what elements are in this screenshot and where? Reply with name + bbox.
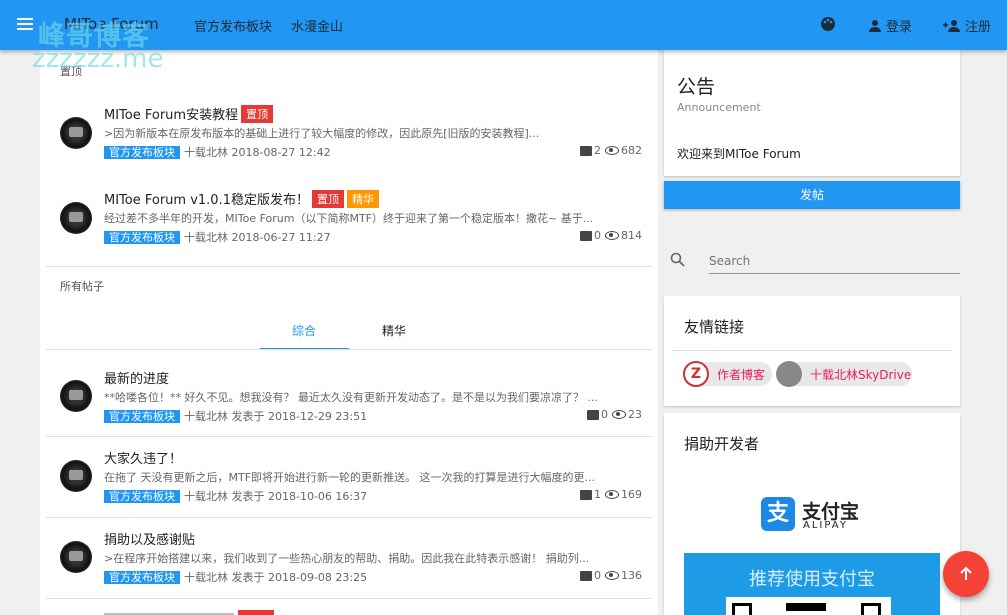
- comment-icon: [580, 570, 592, 581]
- link-label: 作者博客: [717, 367, 766, 382]
- new-post-button[interactable]: 发帖: [664, 181, 960, 209]
- nav-official[interactable]: 官方发布板块: [194, 16, 272, 35]
- alipay-banner: 推荐使用支付宝: [684, 553, 940, 615]
- comment-icon: [580, 489, 592, 500]
- tab-featured[interactable]: 精华: [382, 322, 406, 339]
- avatar[interactable]: [60, 460, 92, 492]
- divider: [46, 598, 652, 599]
- post-title[interactable]: 大家久违了！: [104, 448, 182, 467]
- post-excerpt: 在拖了 天没有更新之后，MTF即将开始进行新一轮的更新推送。 这一次我的打算是进…: [104, 471, 596, 484]
- eye-icon: [605, 231, 619, 240]
- post-stats: 0 814: [580, 229, 642, 242]
- alipay-banner-text: 推荐使用支付宝: [749, 569, 875, 590]
- divider: [672, 350, 952, 351]
- eye-icon: [605, 146, 619, 155]
- palette-icon[interactable]: [820, 16, 836, 32]
- qr-code: [726, 597, 891, 615]
- comment-icon: [580, 230, 592, 241]
- board-badge[interactable]: 官方发布板块: [104, 571, 180, 584]
- menu-icon[interactable]: [17, 18, 33, 31]
- register-button[interactable]: 注册: [943, 16, 991, 35]
- arrow-up-icon: [960, 566, 972, 580]
- search-icon: [670, 252, 685, 267]
- board-badge[interactable]: 官方发布板块: [104, 490, 180, 503]
- section-all: 所有帖子: [60, 280, 104, 293]
- board-badge[interactable]: 官方发布板块: [104, 410, 180, 423]
- pinned-post[interactable]: MIToe Forum v1.0.1稳定版发布！ 置顶 精华 经过差不多半年的开发，…: [60, 189, 650, 244]
- divider: [46, 517, 652, 518]
- list-item[interactable]: 大家久违了！ 在拖了 天没有更新之后，MTF即将开始进行新一轮的更新推送。 这一…: [60, 448, 650, 503]
- post-title[interactable]: 捐助以及感谢贴: [104, 529, 195, 548]
- watermark-url: zzzzzz.me: [32, 44, 164, 74]
- alipay-logo-icon: 支: [761, 497, 795, 531]
- post-meta: 官方发布板块 十载北林 发表于 2018-12-29 23:51: [104, 408, 367, 424]
- donate-title: 捐助开发者: [684, 435, 760, 453]
- person-icon: [869, 19, 881, 32]
- divider: [46, 436, 652, 437]
- board-badge[interactable]: 官方发布板块: [104, 231, 180, 244]
- post-stats: 0 136: [580, 569, 642, 582]
- tag-pinned: 置顶: [312, 190, 344, 208]
- next-post-peek: [104, 610, 304, 615]
- avatar[interactable]: [60, 202, 92, 234]
- person-add-icon: [943, 19, 960, 32]
- avatar[interactable]: [60, 117, 92, 149]
- app-bar: MIToe Forum 官方发布板块 水漫金山 登录 注册: [0, 0, 1007, 50]
- post-excerpt: **哈喽各位！** 好久不见。想我没有？ 最近太久没有更新开发动态了。是不是以为…: [104, 391, 598, 404]
- nav-water[interactable]: 水漫金山: [291, 16, 343, 35]
- divider: [46, 266, 652, 267]
- avatar[interactable]: [60, 380, 92, 412]
- list-item[interactable]: 最新的进度 **哈喽各位！** 好久不见。想我没有？ 最近太久没有更新开发动态了…: [60, 368, 650, 423]
- post-meta: 官方发布板块 十载北林 发表于 2018-09-08 23:25: [104, 569, 367, 585]
- post-excerpt: >因为新版本在原发布版本的基础上进行了较大幅度的修改，因此原先[旧版的安装教程]…: [104, 127, 540, 140]
- post-stats: 0 23: [587, 408, 642, 421]
- post-title[interactable]: MIToe Forum v1.0.1稳定版发布！ 置顶 精华: [104, 189, 379, 208]
- post-title[interactable]: 最新的进度: [104, 368, 169, 387]
- comment-icon: [587, 409, 599, 420]
- blog-logo-icon: Z: [683, 361, 709, 387]
- announcement-text: 欢迎来到MIToe Forum: [677, 147, 801, 161]
- links-card: 友情链接: [664, 296, 960, 406]
- link-label: 十载北林SkyDrive: [810, 367, 912, 382]
- announcement-card: 公告 Announcement 欢迎来到MIToe Forum: [664, 50, 960, 176]
- pinned-post[interactable]: MIToe Forum安装教程 置顶 >因为新版本在原发布版本的基础上进行了较大幅…: [60, 104, 650, 159]
- post-stats: 2 682: [580, 144, 642, 157]
- board-badge[interactable]: 官方发布板块: [104, 146, 180, 159]
- donate-card: 捐助开发者 支 支付宝 ALIPAY 推荐使用支付宝: [664, 413, 960, 615]
- link-chip-skydrive[interactable]: 十载北林SkyDrive: [776, 361, 912, 387]
- post-stats: 1 169: [580, 488, 642, 501]
- post-meta: 官方发布板块 十载北林 发表于 2018-10-06 16:37: [104, 488, 367, 504]
- post-meta: 官方发布板块 十载北林 2018-06-27 11:27: [104, 229, 331, 245]
- tag-featured: 精华: [347, 190, 379, 208]
- link-chip-blog[interactable]: Z 作者博客: [683, 361, 772, 387]
- avatar[interactable]: [60, 541, 92, 573]
- scroll-top-button[interactable]: [943, 551, 989, 597]
- post-excerpt: 经过差不多半年的开发，MIToe Forum（以下简称MTF）终于迎来了第一个稳…: [104, 212, 594, 225]
- list-item[interactable]: 捐助以及感谢贴 >在程序开始搭建以来，我们收到了一些热心朋友的帮助、捐助。因此我…: [60, 529, 650, 584]
- post-list-panel: 置顶 MIToe Forum安装教程 置顶 >因为新版本在原发布版本的基础上进行了…: [40, 50, 658, 615]
- register-label: 注册: [965, 20, 992, 35]
- announcement-subtitle: Announcement: [677, 101, 761, 114]
- login-button[interactable]: 登录: [868, 16, 912, 35]
- post-title[interactable]: MIToe Forum安装教程 置顶: [104, 104, 274, 123]
- login-label: 登录: [886, 20, 913, 35]
- divider: [46, 349, 652, 350]
- tab-bar: 综合 精华: [260, 322, 430, 350]
- post-excerpt: >在程序开始搭建以来，我们收到了一些热心朋友的帮助、捐助。因此我在此特表示感谢！…: [104, 552, 590, 565]
- comment-icon: [580, 145, 592, 156]
- skydrive-avatar-icon: [776, 361, 802, 387]
- post-meta: 官方发布板块 十载北林 2018-08-27 12:42: [104, 144, 331, 160]
- search-input[interactable]: [709, 248, 960, 274]
- alipay-en: ALIPAY: [803, 520, 848, 531]
- eye-icon: [605, 490, 619, 499]
- tab-all[interactable]: 综合: [292, 322, 316, 339]
- announcement-title: 公告: [677, 76, 716, 98]
- eye-icon: [605, 571, 619, 580]
- links-title: 友情链接: [684, 318, 745, 336]
- eye-icon: [612, 410, 626, 419]
- tag-pinned: 置顶: [241, 105, 274, 123]
